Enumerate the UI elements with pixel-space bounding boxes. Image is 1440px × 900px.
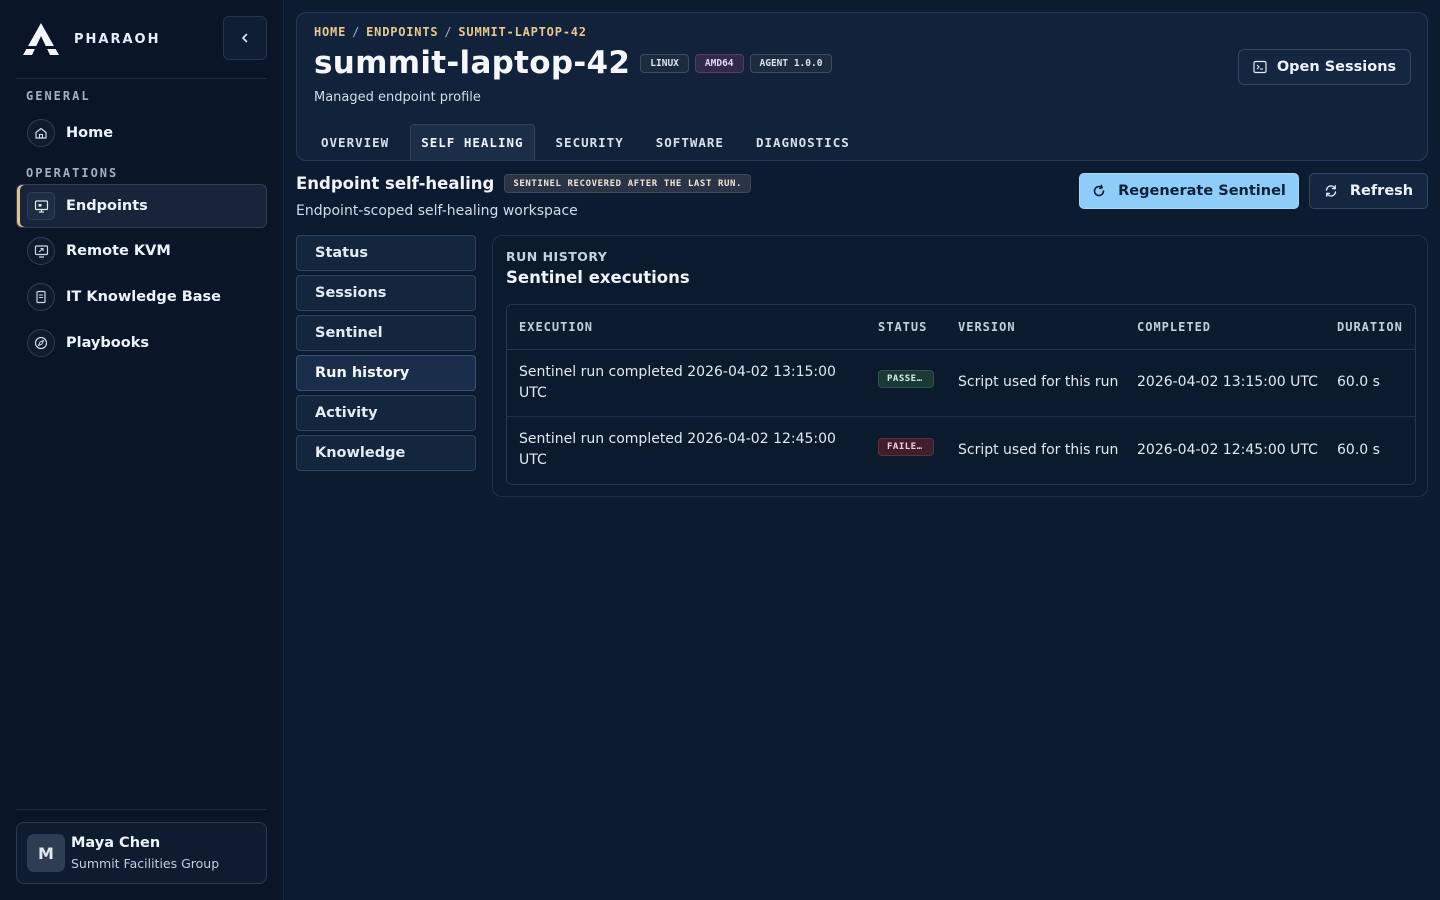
cell-execution: Sentinel run completed 2026-04-02 13:15:… [507, 349, 866, 417]
endpoint-header-card: HOME / ENDPOINTS / SUMMIT-LAPTOP-42 summit-l… [296, 12, 1428, 161]
section-subtitle: Endpoint-scoped self-healing workspace [296, 203, 578, 219]
user-profile-card[interactable]: M Maya Chen Summit Facilities Group [16, 822, 267, 884]
page-subtitle: Managed endpoint profile [314, 90, 481, 105]
status-badge: FAILE… [878, 437, 934, 456]
breadcrumb-current: SUMMIT-LAPTOP-42 [458, 25, 587, 39]
remote-screen-icon [27, 237, 55, 265]
breadcrumb-home-link[interactable]: HOME [314, 25, 346, 39]
sidebar-divider [16, 78, 267, 79]
pyramid-logo-icon [23, 23, 59, 55]
brand-name: PHARAOH [74, 31, 161, 47]
self-healing-subnav: Status Sessions Sentinel Run history Act… [296, 235, 476, 475]
book-icon [27, 283, 55, 311]
page-title: summit-laptop-42 [314, 45, 631, 81]
compass-icon [27, 329, 55, 357]
section-label-general: GENERAL [26, 89, 91, 103]
tab-self-healing[interactable]: SELF HEALING [410, 124, 535, 160]
subnav-activity[interactable]: Activity [296, 395, 476, 431]
regenerate-sentinel-label: Regenerate Sentinel [1118, 183, 1286, 199]
refresh-icon [1325, 185, 1337, 197]
cell-status: FAILE… [866, 416, 946, 483]
table-row[interactable]: Sentinel run completed 2026-04-02 12:45:… [507, 416, 1415, 483]
home-icon [27, 119, 55, 147]
collapse-sidebar-button[interactable] [223, 16, 267, 60]
tab-overview[interactable]: OVERVIEW [310, 124, 400, 160]
run-history-panel: RUN HISTORY Sentinel executions EXECUTIO… [492, 235, 1428, 497]
sidebar-item-home[interactable]: Home [16, 111, 267, 155]
cell-duration: 60.0 s [1325, 349, 1415, 417]
column-header-completed: COMPLETED [1125, 305, 1325, 350]
refresh-label: Refresh [1349, 183, 1414, 199]
sidebar-item-it-knowledge-base[interactable]: IT Knowledge Base [16, 275, 267, 319]
open-sessions-label: Open Sessions [1276, 59, 1397, 75]
subnav-status[interactable]: Status [296, 235, 476, 271]
breadcrumb: HOME / ENDPOINTS / SUMMIT-LAPTOP-42 [314, 25, 587, 39]
tab-software[interactable]: SOFTWARE [645, 124, 735, 160]
tab-diagnostics[interactable]: DIAGNOSTICS [745, 124, 861, 160]
user-name: Maya Chen [71, 835, 161, 851]
cell-version: Script used for this run [946, 349, 1125, 417]
sidebar-item-label: Endpoints [66, 198, 148, 214]
sidebar-item-label: Remote KVM [66, 243, 171, 259]
cell-duration: 60.0 s [1337, 441, 1380, 458]
sidebar-item-label: IT Knowledge Base [66, 289, 221, 305]
breadcrumb-endpoints-link[interactable]: ENDPOINTS [366, 25, 438, 39]
cell-version: Script used for this run [958, 441, 1119, 458]
sidebar-item-playbooks[interactable]: Playbooks [16, 321, 267, 365]
agent-version-chip: AGENT 1.0.0 [749, 53, 833, 73]
refresh-button[interactable]: Refresh [1309, 173, 1428, 209]
sidebar-item-endpoints[interactable]: Endpoints [16, 184, 267, 228]
tab-security[interactable]: SECURITY [545, 124, 635, 160]
sidebar-item-label: Playbooks [66, 335, 149, 351]
table-header-row: EXECUTION STATUS VERSION COMPLETED DURAT… [507, 305, 1415, 350]
table-row[interactable]: Sentinel run completed 2026-04-02 13:15:… [507, 349, 1415, 417]
subnav-sentinel[interactable]: Sentinel [296, 315, 476, 351]
subnav-sessions[interactable]: Sessions [296, 275, 476, 311]
cell-completed: 2026-04-02 13:15:00 UTC [1125, 349, 1325, 417]
monitor-icon [27, 192, 55, 220]
cell-completed: 2026-04-02 12:45:00 UTC [1137, 441, 1318, 458]
arch-chip: AMD64 [694, 53, 744, 73]
chevron-left-icon [242, 33, 248, 43]
column-header-duration: DURATION [1325, 305, 1415, 350]
sidebar-item-label: Home [66, 125, 114, 141]
brand[interactable]: PHARAOH [22, 22, 160, 56]
sidebar-item-remote-kvm[interactable]: Remote KVM [16, 229, 267, 273]
open-sessions-button[interactable]: Open Sessions [1238, 49, 1411, 85]
avatar: M [27, 834, 65, 872]
column-header-execution: EXECUTION [507, 305, 866, 350]
subnav-run-history[interactable]: Run history [296, 355, 476, 391]
status-badge: SENTINEL RECOVERED AFTER THE LAST RUN. [504, 174, 752, 193]
column-header-status: STATUS [866, 305, 946, 350]
endpoint-tabs: OVERVIEW SELF HEALING SECURITY SOFTWARE … [310, 124, 871, 160]
user-organization: Summit Facilities Group [71, 856, 220, 871]
panel-eyebrow: RUN HISTORY [506, 249, 608, 264]
terminal-icon [1253, 60, 1267, 74]
breadcrumb-separator: / [444, 25, 453, 39]
breadcrumb-separator: / [352, 25, 361, 39]
sidebar: PHARAOH GENERAL Home OPERATIONS Endpoint… [0, 0, 284, 900]
executions-table: EXECUTION STATUS VERSION COMPLETED DURAT… [506, 304, 1416, 485]
panel-title: Sentinel executions [506, 268, 690, 287]
subnav-knowledge[interactable]: Knowledge [296, 435, 476, 471]
cell-status: PASSE… [866, 349, 946, 417]
status-badge: PASSE… [878, 370, 934, 389]
section-label-operations: OPERATIONS [26, 166, 119, 180]
section-title: Endpoint self-healing [296, 174, 495, 193]
regenerate-sentinel-button[interactable]: Regenerate Sentinel [1079, 173, 1299, 209]
rotate-icon [1093, 184, 1105, 197]
column-header-version: VERSION [946, 305, 1125, 350]
sidebar-divider [16, 809, 267, 810]
os-chip: LINUX [640, 53, 689, 73]
cell-execution: Sentinel run completed 2026-04-02 12:45:… [519, 431, 836, 468]
